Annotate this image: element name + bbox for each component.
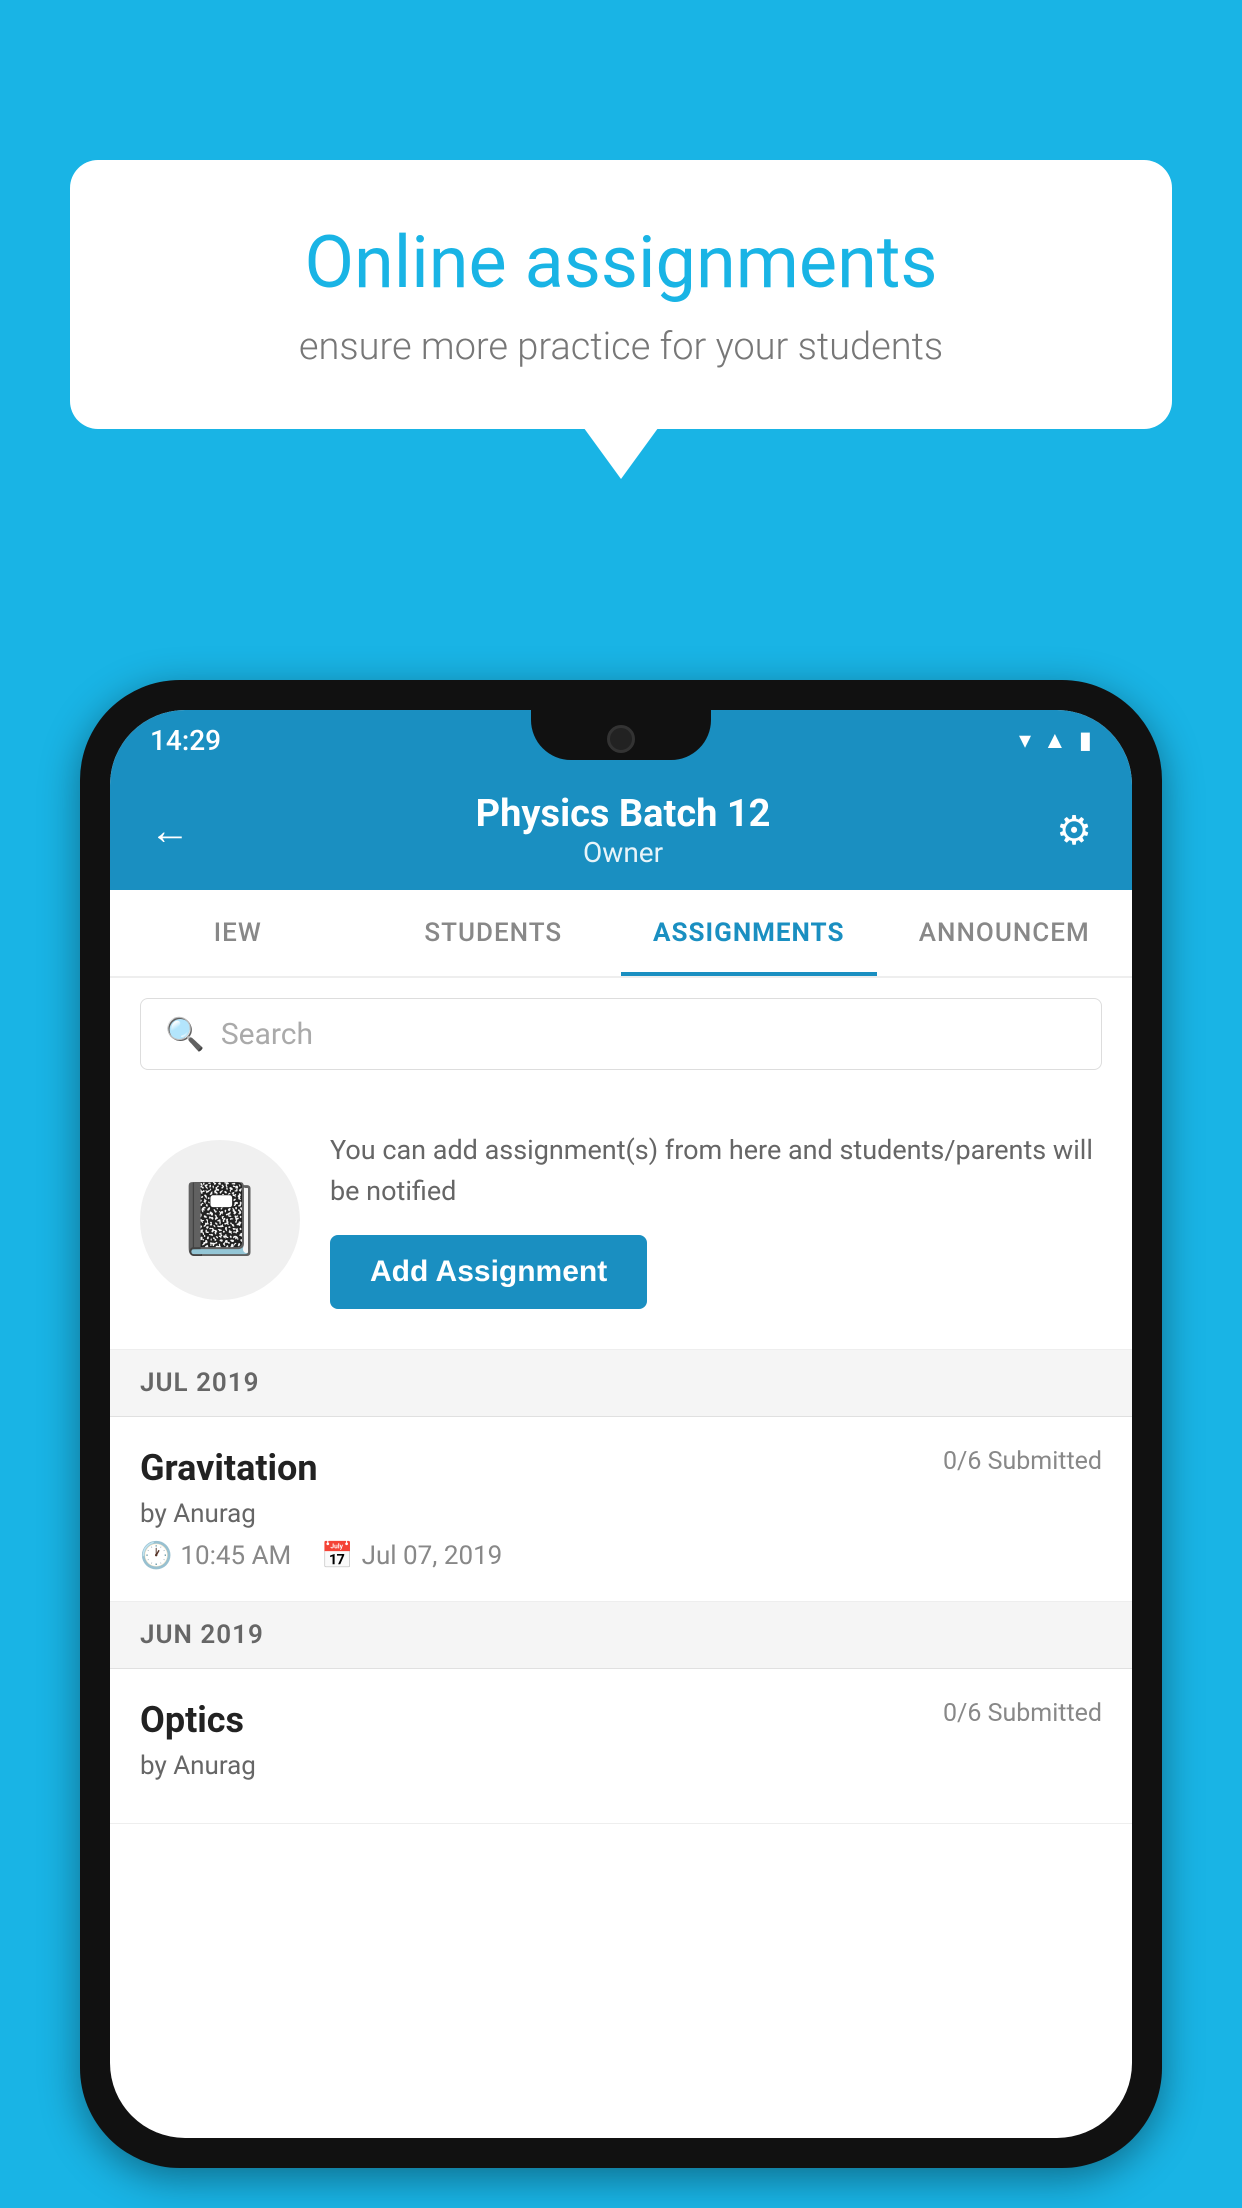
promo-section: 📓 You can add assignment(s) from here an…: [110, 1090, 1132, 1350]
assignment-title: Gravitation: [140, 1447, 318, 1489]
tabs-bar: IEW STUDENTS ASSIGNMENTS ANNOUNCEM: [110, 890, 1132, 978]
speech-bubble-subtitle: ensure more practice for your students: [150, 325, 1092, 369]
assignment-author-optics: by Anurag: [140, 1751, 1102, 1781]
date-value: Jul 07, 2019: [362, 1541, 503, 1571]
tab-students[interactable]: STUDENTS: [366, 890, 622, 976]
assignment-header: Gravitation 0/6 Submitted: [140, 1447, 1102, 1489]
speech-bubble-container: Online assignments ensure more practice …: [70, 160, 1172, 429]
search-icon: 🔍: [165, 1015, 205, 1053]
status-time: 14:29: [150, 724, 221, 757]
assignment-title-optics: Optics: [140, 1699, 244, 1741]
clock-icon: 🕐: [140, 1541, 172, 1571]
calendar-icon: 📅: [321, 1541, 353, 1571]
wifi-icon: ▾: [1019, 726, 1031, 754]
back-button[interactable]: ←: [150, 807, 190, 854]
phone-outer: 14:29 ▾ ▲ ▮ ← Physics Batch 12 Owner ⚙ I…: [80, 680, 1162, 2168]
app-bar-subtitle: Owner: [476, 836, 771, 869]
assignment-date: 📅 Jul 07, 2019: [321, 1541, 502, 1571]
assignment-item-optics[interactable]: Optics 0/6 Submitted by Anurag: [110, 1669, 1132, 1824]
speech-bubble-title: Online assignments: [150, 220, 1092, 305]
assignment-header-optics: Optics 0/6 Submitted: [140, 1699, 1102, 1741]
tab-announcements[interactable]: ANNOUNCEM: [877, 890, 1133, 976]
assignment-meta: 🕐 10:45 AM 📅 Jul 07, 2019: [140, 1541, 1102, 1571]
phone-container: 14:29 ▾ ▲ ▮ ← Physics Batch 12 Owner ⚙ I…: [80, 680, 1162, 2168]
assignment-submitted: 0/6 Submitted: [943, 1447, 1102, 1476]
search-placeholder: Search: [221, 1017, 313, 1052]
app-bar-title: Physics Batch 12: [476, 792, 771, 836]
assignment-submitted-optics: 0/6 Submitted: [943, 1699, 1102, 1728]
search-bar[interactable]: 🔍 Search: [140, 998, 1102, 1070]
section-header-jun: JUN 2019: [110, 1602, 1132, 1669]
time-value: 10:45 AM: [180, 1541, 291, 1571]
assignment-item-gravitation[interactable]: Gravitation 0/6 Submitted by Anurag 🕐 10…: [110, 1417, 1132, 1602]
phone-camera: [607, 725, 635, 753]
assignment-author: by Anurag: [140, 1499, 1102, 1529]
notebook-icon: 📓: [176, 1179, 263, 1261]
phone-notch: [531, 710, 711, 760]
phone-screen: 14:29 ▾ ▲ ▮ ← Physics Batch 12 Owner ⚙ I…: [110, 710, 1132, 2138]
signal-icon: ▲: [1043, 726, 1067, 755]
search-container: 🔍 Search: [110, 978, 1132, 1090]
app-bar-title-area: Physics Batch 12 Owner: [476, 792, 771, 869]
tab-assignments[interactable]: ASSIGNMENTS: [621, 890, 877, 976]
speech-bubble: Online assignments ensure more practice …: [70, 160, 1172, 429]
add-assignment-button[interactable]: Add Assignment: [330, 1235, 647, 1309]
status-icons: ▾ ▲ ▮: [1019, 726, 1092, 755]
tab-iew[interactable]: IEW: [110, 890, 366, 976]
settings-button[interactable]: ⚙: [1056, 807, 1092, 854]
promo-icon-circle: 📓: [140, 1140, 300, 1300]
promo-content: You can add assignment(s) from here and …: [330, 1130, 1102, 1309]
battery-icon: ▮: [1079, 726, 1092, 754]
section-header-jul: JUL 2019: [110, 1350, 1132, 1417]
app-bar: ← Physics Batch 12 Owner ⚙: [110, 770, 1132, 890]
promo-text: You can add assignment(s) from here and …: [330, 1130, 1102, 1211]
assignment-time: 🕐 10:45 AM: [140, 1541, 291, 1571]
